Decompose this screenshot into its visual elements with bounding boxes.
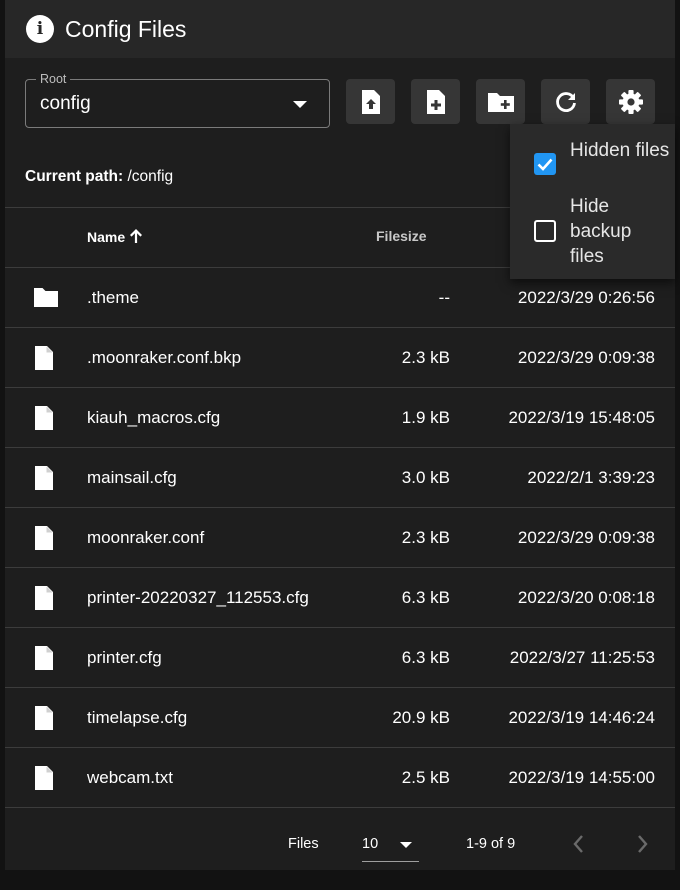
hidden-files-checkbox[interactable] bbox=[534, 153, 556, 175]
column-header-filesize[interactable]: Filesize bbox=[376, 228, 427, 244]
file-modified-date: 2022/3/27 11:25:53 bbox=[509, 648, 655, 667]
file-modified-date: 2022/3/29 0:09:38 bbox=[517, 528, 655, 547]
refresh-button[interactable] bbox=[541, 79, 590, 124]
file-name: printer-20220327_112553.cfg bbox=[87, 588, 309, 607]
file-modified-date: 2022/2/1 3:39:23 bbox=[527, 468, 655, 487]
option-hide-backup-files[interactable]: Hide backup files bbox=[510, 195, 675, 273]
file-plus-icon bbox=[426, 89, 445, 114]
caret-down-icon bbox=[293, 101, 307, 108]
caret-down-icon bbox=[400, 842, 412, 848]
option-hidden-files[interactable]: Hidden files bbox=[510, 140, 675, 192]
file-icon bbox=[34, 765, 54, 796]
per-page-select[interactable]: 10 bbox=[362, 831, 419, 862]
create-folder-button[interactable] bbox=[476, 79, 525, 124]
column-header-name-label: Name bbox=[87, 229, 126, 245]
column-header-name[interactable]: Name bbox=[87, 228, 143, 245]
file-name: .theme bbox=[87, 288, 139, 307]
file-size: 3.0 kB bbox=[401, 468, 450, 487]
file-size: 2.3 kB bbox=[401, 348, 450, 367]
file-size: 20.9 kB bbox=[392, 708, 450, 727]
file-size: 6.3 kB bbox=[401, 648, 450, 667]
divider bbox=[5, 807, 675, 808]
file-name: mainsail.cfg bbox=[87, 468, 177, 487]
root-select-value: config bbox=[40, 93, 91, 114]
next-page-button[interactable] bbox=[632, 833, 652, 855]
file-upload-icon bbox=[361, 89, 380, 114]
folder-plus-icon bbox=[487, 92, 514, 112]
file-icon bbox=[34, 405, 54, 436]
previous-page-button[interactable] bbox=[569, 833, 589, 855]
table-row[interactable]: moonraker.conf 2.3 kB 2022/3/29 0:09:38 bbox=[5, 508, 675, 568]
root-select[interactable]: Root config bbox=[25, 72, 330, 128]
file-icon bbox=[34, 585, 54, 616]
table-footer: Files 10 1-9 of 9 bbox=[5, 809, 675, 870]
create-file-button[interactable] bbox=[411, 79, 460, 124]
hide-backup-files-label: Hide backup files bbox=[570, 196, 632, 267]
file-icon bbox=[34, 465, 54, 496]
refresh-icon bbox=[555, 91, 576, 112]
table-row[interactable]: printer-20220327_112553.cfg 6.3 kB 2022/3/… bbox=[5, 568, 675, 628]
file-size: 6.3 kB bbox=[401, 588, 450, 607]
per-page-value: 10 bbox=[362, 836, 379, 852]
folder-icon bbox=[33, 286, 59, 313]
hide-backup-files-checkbox[interactable] bbox=[534, 220, 556, 242]
upload-file-button[interactable] bbox=[346, 79, 395, 124]
file-modified-date: 2022/3/19 14:46:24 bbox=[508, 708, 655, 727]
page-range: 1-9 of 9 bbox=[466, 836, 516, 852]
file-modified-date: 2022/3/20 0:08:18 bbox=[517, 588, 655, 607]
panel-title: Config Files bbox=[65, 15, 187, 42]
file-name: printer.cfg bbox=[87, 648, 162, 667]
file-size: 2.3 kB bbox=[401, 528, 450, 547]
file-icon bbox=[34, 345, 54, 376]
table-row[interactable]: timelapse.cfg 20.9 kB 2022/3/19 14:46:24 bbox=[5, 688, 675, 748]
settings-button[interactable] bbox=[606, 79, 655, 124]
file-icon bbox=[34, 645, 54, 676]
current-path-value: /config bbox=[123, 168, 174, 185]
info-icon: i bbox=[26, 15, 54, 43]
file-name: moonraker.conf bbox=[87, 528, 205, 547]
table-row[interactable]: kiauh_macros.cfg 1.9 kB 2022/3/19 15:48:05 bbox=[5, 388, 675, 448]
file-modified-date: 2022/3/19 15:48:05 bbox=[508, 408, 655, 427]
table-row[interactable]: webcam.txt 2.5 kB 2022/3/19 14:55:00 bbox=[5, 748, 675, 808]
file-size: -- bbox=[438, 288, 450, 307]
file-modified-date: 2022/3/19 14:55:00 bbox=[508, 768, 655, 787]
file-icon bbox=[34, 525, 54, 556]
panel-header: i Config Files bbox=[5, 0, 675, 58]
file-size: 2.5 kB bbox=[401, 768, 450, 787]
current-path: Current path: /config bbox=[25, 168, 173, 186]
current-path-label: Current path: bbox=[25, 168, 124, 185]
file-size: 1.9 kB bbox=[401, 408, 450, 427]
file-name: .moonraker.conf.bkp bbox=[87, 348, 242, 367]
root-select-label: Root bbox=[36, 72, 71, 86]
table-row[interactable]: printer.cfg 6.3 kB 2022/3/27 11:25:53 bbox=[5, 628, 675, 688]
arrow-up-icon bbox=[130, 229, 143, 243]
file-modified-date: 2022/3/29 0:26:56 bbox=[517, 288, 655, 307]
hidden-files-label: Hidden files bbox=[570, 140, 670, 161]
table-row[interactable]: .moonraker.conf.bkp 2.3 kB 2022/3/29 0:09:… bbox=[5, 328, 675, 388]
checkmark-icon bbox=[537, 158, 553, 171]
gear-icon bbox=[618, 89, 643, 114]
file-name: kiauh_macros.cfg bbox=[87, 408, 221, 427]
file-name: webcam.txt bbox=[87, 768, 173, 787]
file-modified-date: 2022/3/29 0:09:38 bbox=[517, 348, 655, 367]
table-row[interactable]: mainsail.cfg 3.0 kB 2022/2/1 3:39:23 bbox=[5, 448, 675, 508]
settings-menu: Hidden files Hide backup files bbox=[510, 124, 675, 279]
file-name: timelapse.cfg bbox=[87, 708, 188, 727]
per-page-label: Files bbox=[288, 836, 319, 852]
file-icon bbox=[34, 705, 54, 736]
